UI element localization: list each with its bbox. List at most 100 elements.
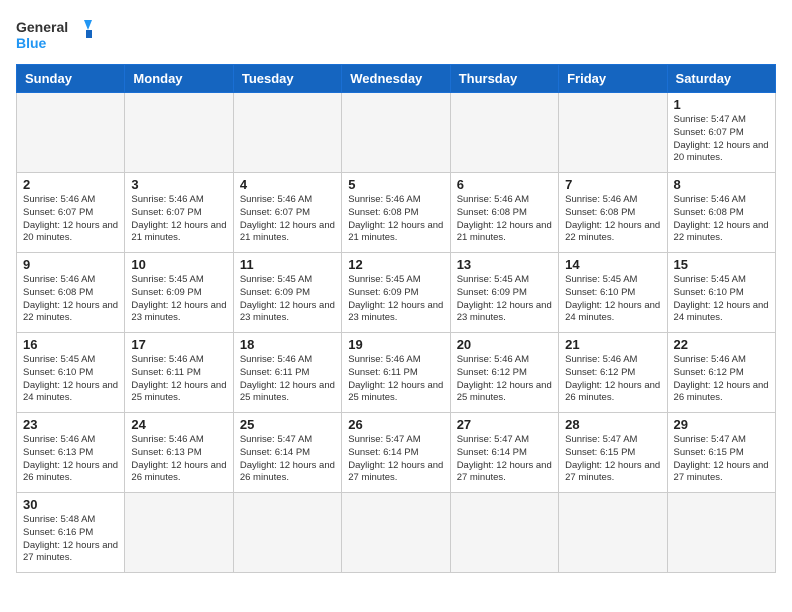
calendar-cell: 19 Sunrise: 5:46 AM Sunset: 6:11 PM Dayli…	[342, 333, 450, 413]
calendar-cell: 13Sunrise: 5:45 AM Sunset: 6:09 PM Dayli…	[450, 253, 558, 333]
calendar-cell: 1 Sunrise: 5:47 AM Sunset: 6:07 PM Daylig…	[667, 93, 775, 173]
calendar-cell	[233, 93, 341, 173]
day-info: Sunrise: 5:47 AM Sunset: 6:15 PM Dayligh…	[565, 434, 660, 485]
day-info: Sunrise: 5:46 AM Sunset: 6:08 PM Dayligh…	[674, 194, 769, 245]
day-number: 22	[674, 337, 769, 352]
day-number: 24	[131, 417, 226, 432]
calendar-cell	[450, 93, 558, 173]
weekday-header-wednesday: Wednesday	[342, 65, 450, 93]
day-info: Sunrise: 5:47 AM Sunset: 6:14 PM Dayligh…	[240, 434, 335, 485]
day-info: Sunrise: 5:46 AM Sunset: 6:08 PM Dayligh…	[565, 194, 660, 245]
day-number: 17	[131, 337, 226, 352]
calendar-cell: 4 Sunrise: 5:46 AM Sunset: 6:07 PM Daylig…	[233, 173, 341, 253]
day-number: 19	[348, 337, 443, 352]
day-number: 7	[565, 177, 660, 192]
calendar-cell: 21Sunrise: 5:46 AM Sunset: 6:12 PM Dayli…	[559, 333, 667, 413]
day-number: 30	[23, 497, 118, 512]
day-number: 18	[240, 337, 335, 352]
calendar-table: SundayMondayTuesdayWednesdayThursdayFrid…	[16, 64, 776, 573]
day-info: Sunrise: 5:45 AM Sunset: 6:09 PM Dayligh…	[131, 274, 226, 325]
calendar-cell	[125, 93, 233, 173]
day-info: Sunrise: 5:46 AM Sunset: 6:11 PM Dayligh…	[131, 354, 226, 405]
day-info: Sunrise: 5:45 AM Sunset: 6:10 PM Dayligh…	[23, 354, 118, 405]
day-info: Sunrise: 5:46 AM Sunset: 6:13 PM Dayligh…	[131, 434, 226, 485]
calendar-cell: 18Sunrise: 5:46 AM Sunset: 6:11 PM Dayli…	[233, 333, 341, 413]
calendar-cell: 26Sunrise: 5:47 AM Sunset: 6:14 PM Dayli…	[342, 413, 450, 493]
calendar-cell: 15 Sunrise: 5:45 AM Sunset: 6:10 PM Dayli…	[667, 253, 775, 333]
day-number: 15	[674, 257, 769, 272]
weekday-header-tuesday: Tuesday	[233, 65, 341, 93]
calendar-cell: 9 Sunrise: 5:46 AM Sunset: 6:08 PM Daylig…	[17, 253, 125, 333]
calendar-cell: 5 Sunrise: 5:46 AM Sunset: 6:08 PM Daylig…	[342, 173, 450, 253]
svg-text:Blue: Blue	[16, 35, 47, 51]
calendar-cell	[559, 93, 667, 173]
day-number: 5	[348, 177, 443, 192]
calendar-cell	[125, 493, 233, 573]
calendar-cell: 7 Sunrise: 5:46 AM Sunset: 6:08 PM Daylig…	[559, 173, 667, 253]
day-info: Sunrise: 5:45 AM Sunset: 6:09 PM Dayligh…	[457, 274, 552, 325]
day-info: Sunrise: 5:46 AM Sunset: 6:07 PM Dayligh…	[23, 194, 118, 245]
day-number: 3	[131, 177, 226, 192]
day-number: 2	[23, 177, 118, 192]
day-info: Sunrise: 5:46 AM Sunset: 6:12 PM Dayligh…	[457, 354, 552, 405]
calendar-cell: 30 Sunrise: 5:48 AM Sunset: 6:16 PM Dayli…	[17, 493, 125, 573]
day-number: 4	[240, 177, 335, 192]
svg-text:General: General	[16, 19, 68, 35]
day-info: Sunrise: 5:45 AM Sunset: 6:10 PM Dayligh…	[565, 274, 660, 325]
day-info: Sunrise: 5:46 AM Sunset: 6:12 PM Dayligh…	[565, 354, 660, 405]
calendar-cell: 25 Sunrise: 5:47 AM Sunset: 6:14 PM Dayli…	[233, 413, 341, 493]
calendar-cell: 3Sunrise: 5:46 AM Sunset: 6:07 PM Daylig…	[125, 173, 233, 253]
calendar-cell: 16 Sunrise: 5:45 AM Sunset: 6:10 PM Dayli…	[17, 333, 125, 413]
day-number: 9	[23, 257, 118, 272]
weekday-header-row: SundayMondayTuesdayWednesdayThursdayFrid…	[17, 65, 776, 93]
calendar-cell: 23Sunrise: 5:46 AM Sunset: 6:13 PM Dayli…	[17, 413, 125, 493]
calendar-cell	[342, 93, 450, 173]
day-number: 23	[23, 417, 118, 432]
calendar-cell: 28 Sunrise: 5:47 AM Sunset: 6:15 PM Dayli…	[559, 413, 667, 493]
day-number: 16	[23, 337, 118, 352]
day-info: Sunrise: 5:46 AM Sunset: 6:12 PM Dayligh…	[674, 354, 769, 405]
day-number: 1	[674, 97, 769, 112]
day-info: Sunrise: 5:47 AM Sunset: 6:14 PM Dayligh…	[348, 434, 443, 485]
weekday-header-thursday: Thursday	[450, 65, 558, 93]
calendar-cell: 22 Sunrise: 5:46 AM Sunset: 6:12 PM Dayli…	[667, 333, 775, 413]
calendar-cell: 29 Sunrise: 5:47 AM Sunset: 6:15 PM Dayli…	[667, 413, 775, 493]
weekday-header-monday: Monday	[125, 65, 233, 93]
day-info: Sunrise: 5:45 AM Sunset: 6:10 PM Dayligh…	[674, 274, 769, 325]
calendar-week-row: 2 Sunrise: 5:46 AM Sunset: 6:07 PM Daylig…	[17, 173, 776, 253]
calendar-cell: 10Sunrise: 5:45 AM Sunset: 6:09 PM Dayli…	[125, 253, 233, 333]
day-info: Sunrise: 5:46 AM Sunset: 6:08 PM Dayligh…	[457, 194, 552, 245]
day-info: Sunrise: 5:46 AM Sunset: 6:07 PM Dayligh…	[240, 194, 335, 245]
day-info: Sunrise: 5:48 AM Sunset: 6:16 PM Dayligh…	[23, 514, 118, 565]
logo: General Blue	[16, 16, 96, 56]
day-info: Sunrise: 5:46 AM Sunset: 6:08 PM Dayligh…	[23, 274, 118, 325]
calendar-cell	[667, 493, 775, 573]
calendar-cell: 24 Sunrise: 5:46 AM Sunset: 6:13 PM Dayli…	[125, 413, 233, 493]
day-number: 28	[565, 417, 660, 432]
calendar-cell: 20Sunrise: 5:46 AM Sunset: 6:12 PM Dayli…	[450, 333, 558, 413]
calendar-week-row: 23 Sunrise: 5:46 AM Sunset: 6:13 PM Dayli…	[17, 413, 776, 493]
header: General Blue	[16, 16, 776, 56]
calendar-cell: 6 Sunrise: 5:46 AM Sunset: 6:08 PM Daylig…	[450, 173, 558, 253]
day-number: 29	[674, 417, 769, 432]
day-number: 8	[674, 177, 769, 192]
day-info: Sunrise: 5:47 AM Sunset: 6:07 PM Dayligh…	[674, 114, 769, 165]
calendar-cell	[559, 493, 667, 573]
day-info: Sunrise: 5:46 AM Sunset: 6:11 PM Dayligh…	[348, 354, 443, 405]
calendar-cell	[342, 493, 450, 573]
calendar-cell	[233, 493, 341, 573]
calendar-cell: 27Sunrise: 5:47 AM Sunset: 6:14 PM Dayli…	[450, 413, 558, 493]
calendar-cell: 14Sunrise: 5:45 AM Sunset: 6:10 PM Dayli…	[559, 253, 667, 333]
calendar-week-row: 1 Sunrise: 5:47 AM Sunset: 6:07 PM Daylig…	[17, 93, 776, 173]
calendar-cell	[450, 493, 558, 573]
day-info: Sunrise: 5:47 AM Sunset: 6:15 PM Dayligh…	[674, 434, 769, 485]
day-number: 25	[240, 417, 335, 432]
weekday-header-saturday: Saturday	[667, 65, 775, 93]
day-info: Sunrise: 5:46 AM Sunset: 6:08 PM Dayligh…	[348, 194, 443, 245]
day-number: 6	[457, 177, 552, 192]
day-info: Sunrise: 5:45 AM Sunset: 6:09 PM Dayligh…	[240, 274, 335, 325]
calendar-cell: 12Sunrise: 5:45 AM Sunset: 6:09 PM Dayli…	[342, 253, 450, 333]
day-number: 11	[240, 257, 335, 272]
calendar-cell: 8 Sunrise: 5:46 AM Sunset: 6:08 PM Daylig…	[667, 173, 775, 253]
day-info: Sunrise: 5:47 AM Sunset: 6:14 PM Dayligh…	[457, 434, 552, 485]
